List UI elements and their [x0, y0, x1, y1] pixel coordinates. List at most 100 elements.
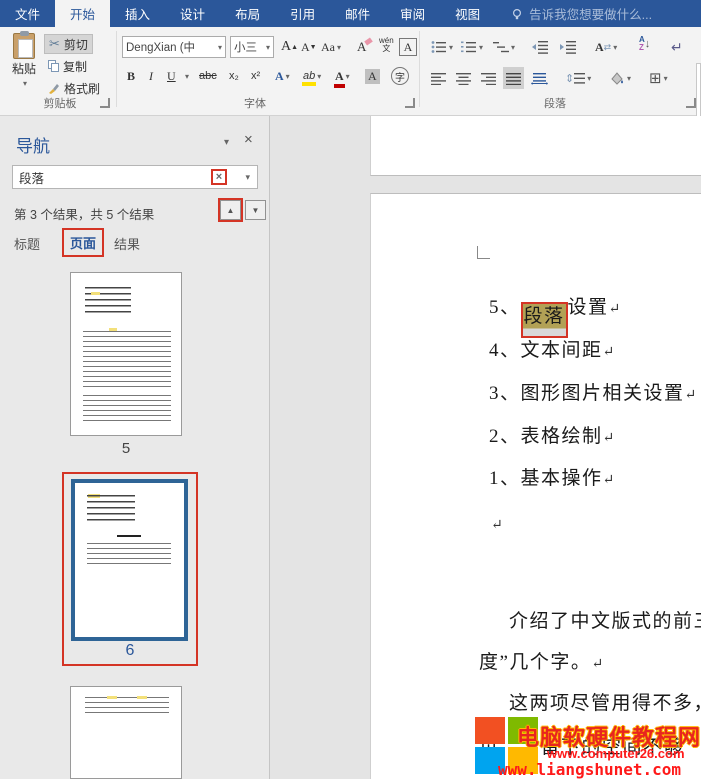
- shrink-font-button[interactable]: A▼: [298, 36, 320, 58]
- borders-icon: ⊞: [649, 69, 662, 87]
- increase-indent-button[interactable]: [556, 36, 580, 58]
- ribbon-tab-bar: 文件 开始 插入 设计 布局 引用 邮件 审阅 视图 告诉我您想要做什么...: [0, 0, 701, 27]
- numbering-button[interactable]: ▾: [458, 36, 486, 58]
- list-item-1[interactable]: 1、基本操作↵: [489, 465, 614, 495]
- bold-button[interactable]: B: [124, 65, 138, 87]
- document-page[interactable]: 5、段落设置↵ 4、文本间距↵ 3、图形图片相关设置↵ 2、表格绘制↵ 1、基本…: [370, 193, 701, 779]
- font-dialog-launcher-icon[interactable]: [405, 98, 415, 108]
- body-text-line[interactable]: 度”几个字。↵: [479, 649, 603, 679]
- cut-button[interactable]: ✂ 剪切: [44, 34, 93, 54]
- tell-me-box[interactable]: 告诉我您想要做什么...: [511, 0, 652, 27]
- copy-label: 复制: [63, 58, 87, 75]
- cut-label: 剪切: [64, 36, 88, 53]
- list-item-2[interactable]: 2、表格绘制↵: [489, 423, 614, 453]
- list-item-4[interactable]: 4、文本间距↵: [489, 337, 614, 367]
- search-clear-icon[interactable]: ×: [211, 169, 227, 185]
- underline-button[interactable]: U: [164, 65, 179, 87]
- line-spacing-button[interactable]: ⇕ ▾: [562, 67, 594, 89]
- line-spacing-lines-icon: [574, 72, 585, 85]
- character-border-button[interactable]: A: [396, 36, 420, 58]
- subscript-button[interactable]: x₂: [226, 65, 242, 87]
- empty-paragraph-mark[interactable]: ↵: [491, 512, 503, 540]
- tab-references[interactable]: 引用: [275, 0, 330, 27]
- nav-tab-pages[interactable]: 页面: [62, 228, 104, 257]
- tab-view[interactable]: 视图: [440, 0, 495, 27]
- page-thumbnail-5[interactable]: [70, 272, 182, 436]
- return-mark-icon: ↵: [671, 39, 683, 56]
- thumbnail-highlight: [109, 328, 117, 331]
- tab-home[interactable]: 开始: [55, 0, 110, 27]
- text-highlight-button[interactable]: ab▾: [300, 65, 324, 87]
- thumbnail-preview: [85, 697, 169, 713]
- change-case-button[interactable]: Aa▾: [318, 36, 344, 58]
- clear-formatting-button[interactable]: A: [354, 36, 369, 58]
- paragraph-dialog-launcher-icon[interactable]: [686, 98, 696, 108]
- shading-button[interactable]: ▾: [606, 67, 634, 89]
- list-item-3[interactable]: 3、图形图片相关设置↵: [489, 380, 696, 410]
- chevron-down-icon: ▾: [511, 43, 515, 52]
- show-hide-marks-button[interactable]: ↵: [668, 36, 686, 58]
- list-item-5[interactable]: 5、段落设置↵: [489, 294, 620, 338]
- align-left-icon: [431, 72, 446, 85]
- align-right-icon: [481, 72, 496, 85]
- strikethrough-button[interactable]: abc: [196, 65, 220, 87]
- sort-button[interactable]: AZ ↓: [636, 33, 653, 55]
- thumbnail-highlight: [107, 696, 117, 699]
- navigation-close-icon[interactable]: ×: [244, 131, 253, 148]
- tab-insert[interactable]: 插入: [110, 0, 165, 27]
- paste-button[interactable]: 粘贴▾: [5, 33, 43, 93]
- chevron-down-icon: ▾: [218, 43, 222, 52]
- navigation-collapse-icon[interactable]: ▾: [224, 137, 229, 148]
- asian-layout-button[interactable]: A ⇄ ▾: [592, 36, 620, 58]
- word-window: 文件 开始 插入 设计 布局 引用 邮件 审阅 视图 告诉我您想要做什么... …: [0, 0, 701, 779]
- character-shading-button[interactable]: A: [362, 65, 383, 87]
- tab-review[interactable]: 审阅: [385, 0, 440, 27]
- underline-dropdown[interactable]: ▾: [180, 65, 192, 87]
- next-result-button[interactable]: ▼: [245, 200, 266, 220]
- align-right-button[interactable]: [478, 67, 499, 89]
- enclose-characters-button[interactable]: 字: [388, 65, 412, 87]
- page-thumbnail-6-label: 6: [64, 642, 196, 660]
- search-options-chevron-icon[interactable]: ▾: [245, 172, 250, 183]
- tell-me-label: 告诉我您想要做什么...: [529, 4, 652, 23]
- align-left-button[interactable]: [428, 67, 449, 89]
- tab-file[interactable]: 文件: [0, 0, 55, 27]
- watermark-url-small: www.computer26.com: [547, 746, 685, 761]
- italic-button[interactable]: I: [146, 65, 156, 87]
- previous-result-button[interactable]: ▲: [220, 200, 241, 220]
- previous-page-bottom[interactable]: [370, 116, 701, 176]
- phonetic-guide-button[interactable]: wén文: [376, 34, 397, 56]
- text-effects-button[interactable]: A▾: [272, 65, 293, 87]
- borders-button[interactable]: ⊞ ▾: [646, 67, 671, 89]
- bullets-button[interactable]: ▾: [428, 36, 456, 58]
- align-center-button[interactable]: [453, 67, 474, 89]
- font-name-combobox[interactable]: DengXian (中 ▾: [122, 36, 226, 58]
- clipboard-group-label: 剪贴板: [20, 95, 100, 111]
- paragraph-mark: ↵: [685, 388, 697, 403]
- navigation-search-box[interactable]: × ▾: [12, 165, 258, 189]
- scissors-icon: ✂: [49, 36, 60, 52]
- body-text-line[interactable]: 介绍了中文版式的前三: [509, 608, 701, 636]
- tab-layout[interactable]: 布局: [220, 0, 275, 27]
- justify-button[interactable]: [503, 67, 524, 89]
- page-thumbnail-6[interactable]: [71, 479, 188, 641]
- eraser-icon: A: [357, 39, 366, 55]
- font-size-combobox[interactable]: 小三 ▾: [230, 36, 274, 58]
- body-text-line[interactable]: 这两项尽管用得不多，: [509, 690, 701, 718]
- distribute-button[interactable]: [528, 67, 551, 89]
- page-thumbnail-7[interactable]: [70, 686, 182, 779]
- thumbnail-preview: [83, 395, 171, 421]
- nav-tab-headings[interactable]: 标题: [14, 234, 40, 253]
- copy-button[interactable]: 复制: [44, 56, 91, 76]
- decrease-indent-button[interactable]: [528, 36, 552, 58]
- font-color-button[interactable]: A▾: [332, 65, 353, 87]
- chevron-down-icon: ▾: [337, 43, 341, 52]
- superscript-button[interactable]: x²: [248, 65, 263, 87]
- tab-design[interactable]: 设计: [165, 0, 220, 27]
- nav-tab-results[interactable]: 结果: [114, 234, 140, 253]
- navigation-pane-title: 导航: [16, 132, 50, 157]
- search-input[interactable]: [19, 168, 189, 186]
- tab-mailings[interactable]: 邮件: [330, 0, 385, 27]
- clipboard-dialog-launcher-icon[interactable]: [100, 98, 110, 108]
- multilevel-list-button[interactable]: ▾: [490, 36, 518, 58]
